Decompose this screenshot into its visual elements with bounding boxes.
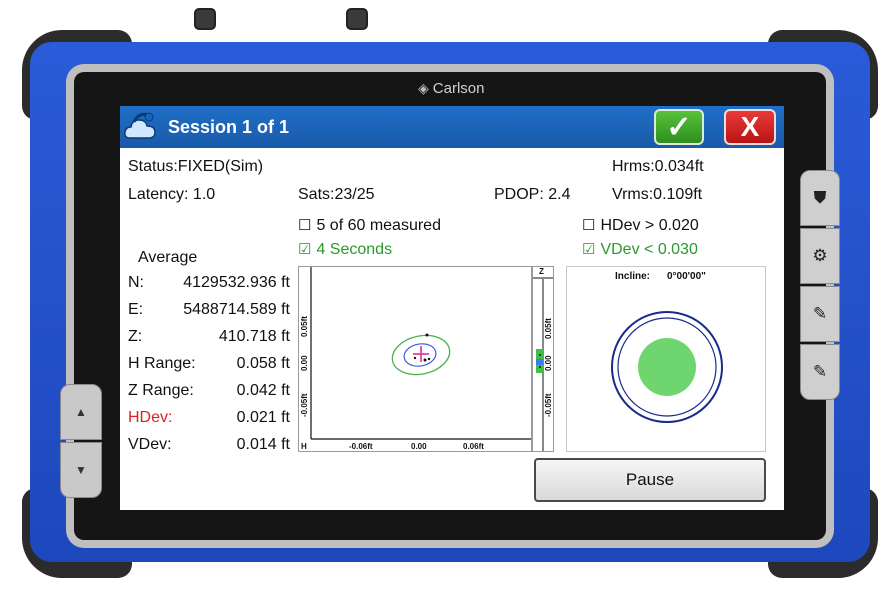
x-tick-label: -0.06ft [349,442,373,451]
vdev-criterion: ☑ VDev < 0.030 [582,241,698,258]
east-value: 5488714.589 ft [183,301,290,318]
north-label: N: [128,274,144,291]
checkbox-checked-icon: ☑ [582,241,596,258]
hdev-value: 0.021 ft [236,409,290,426]
x-tick-label: 0.06ft [463,442,484,451]
deviation-ellipse-inner [403,343,437,367]
app-screen: Session 1 of 1 ✓ X Status:FIXED(Sim) Hrm… [120,106,784,510]
brand-logo: ◈ Carlson [418,78,548,98]
y-tick-label: -0.05ft [300,393,309,417]
pdop-text: PDOP: 2.4 [494,186,571,203]
seconds-criterion: ☑ 4 Seconds [298,241,393,258]
x-tick-label: 0.00 [411,442,427,451]
page-title: Session 1 of 1 [168,117,290,137]
level-bubble [638,338,696,396]
latency-text: Latency: 1.0 [128,186,216,203]
elevation-label: Z: [128,328,143,345]
brand-name: Carlson [432,79,485,97]
accept-button[interactable]: ✓ [654,109,704,145]
z-tick-label: 0.05ft [544,318,553,339]
hardware-shield-button[interactable]: ⛊ [800,170,840,226]
z-tick-label: 0.00 [544,355,553,371]
z-range-label: Z Range: [128,382,194,399]
antenna-connector [346,8,368,30]
average-heading: Average [138,249,198,266]
edit-icon: ✎ [812,304,828,323]
hardware-down-button[interactable]: ▼ [60,442,102,498]
title-bar: Session 1 of 1 ✓ X [120,106,784,148]
z-tick-label: -0.05ft [544,393,553,417]
cancel-button[interactable]: X [724,109,776,145]
vdev-label: VDev: [128,436,172,453]
checkbox-checked-icon: ☑ [298,241,312,258]
y-tick-label: 0.00 [300,355,309,371]
status-text: Status:FIXED(Sim) [128,158,264,175]
checkbox-unchecked-icon: ☐ [582,217,596,234]
east-label: E: [128,301,144,318]
hardware-edit-button-1[interactable]: ✎ [800,286,840,342]
hrms-text: Hrms:0.034ft [612,158,704,175]
measured-point [427,357,431,361]
z-range-value: 0.042 ft [236,382,290,399]
cloud-satellite-icon [124,112,156,139]
antenna-connector [194,8,216,30]
shield-icon: ⛊ [813,188,827,207]
measured-point [425,333,429,337]
hdev-label: HDev: [128,409,173,426]
vdev-value: 0.014 ft [236,436,290,453]
h-axis-label: H [301,442,307,451]
vertical-deviation-strip: Z 0.05ft 0.00 -0.05ft [532,266,554,452]
vrms-text: Vrms:0.109ft [612,186,703,203]
measured-criterion: ☐ 5 of 60 measured [298,217,441,234]
hdev-criterion: ☐ HDev > 0.020 [582,217,699,234]
checkmark-icon: ✓ [666,110,692,144]
h-range-label: H Range: [128,355,196,372]
hardware-settings-button[interactable]: ⚙ [800,228,840,284]
z-axis-label: Z [539,267,544,276]
hardware-edit-button-2[interactable]: ✎ [800,344,840,400]
gear-icon: ⚙ [812,246,828,265]
sats-text: Sats:23/25 [298,186,375,203]
edit-icon: ✎ [812,362,828,381]
close-icon: X [740,111,760,142]
pause-button[interactable]: Pause [534,458,766,502]
h-range-value: 0.058 ft [236,355,290,372]
incline-bubble-level: Incline: 0°00'00" [566,266,766,452]
measured-point [413,356,417,360]
carlson-logo-icon: ◈ [418,79,429,96]
checkbox-unchecked-icon: ☐ [298,217,312,234]
north-value: 4129532.936 ft [183,274,290,291]
vertical-deviation-bar [536,359,543,365]
y-tick-label: 0.05ft [300,316,309,337]
measured-point [423,358,427,362]
horizontal-scatter-plot: H -0.06ft 0.00 0.06ft 0.05ft 0.00 -0.05f… [298,266,532,452]
elevation-value: 410.718 ft [218,328,290,345]
hardware-up-button[interactable]: ▲ [60,384,102,440]
